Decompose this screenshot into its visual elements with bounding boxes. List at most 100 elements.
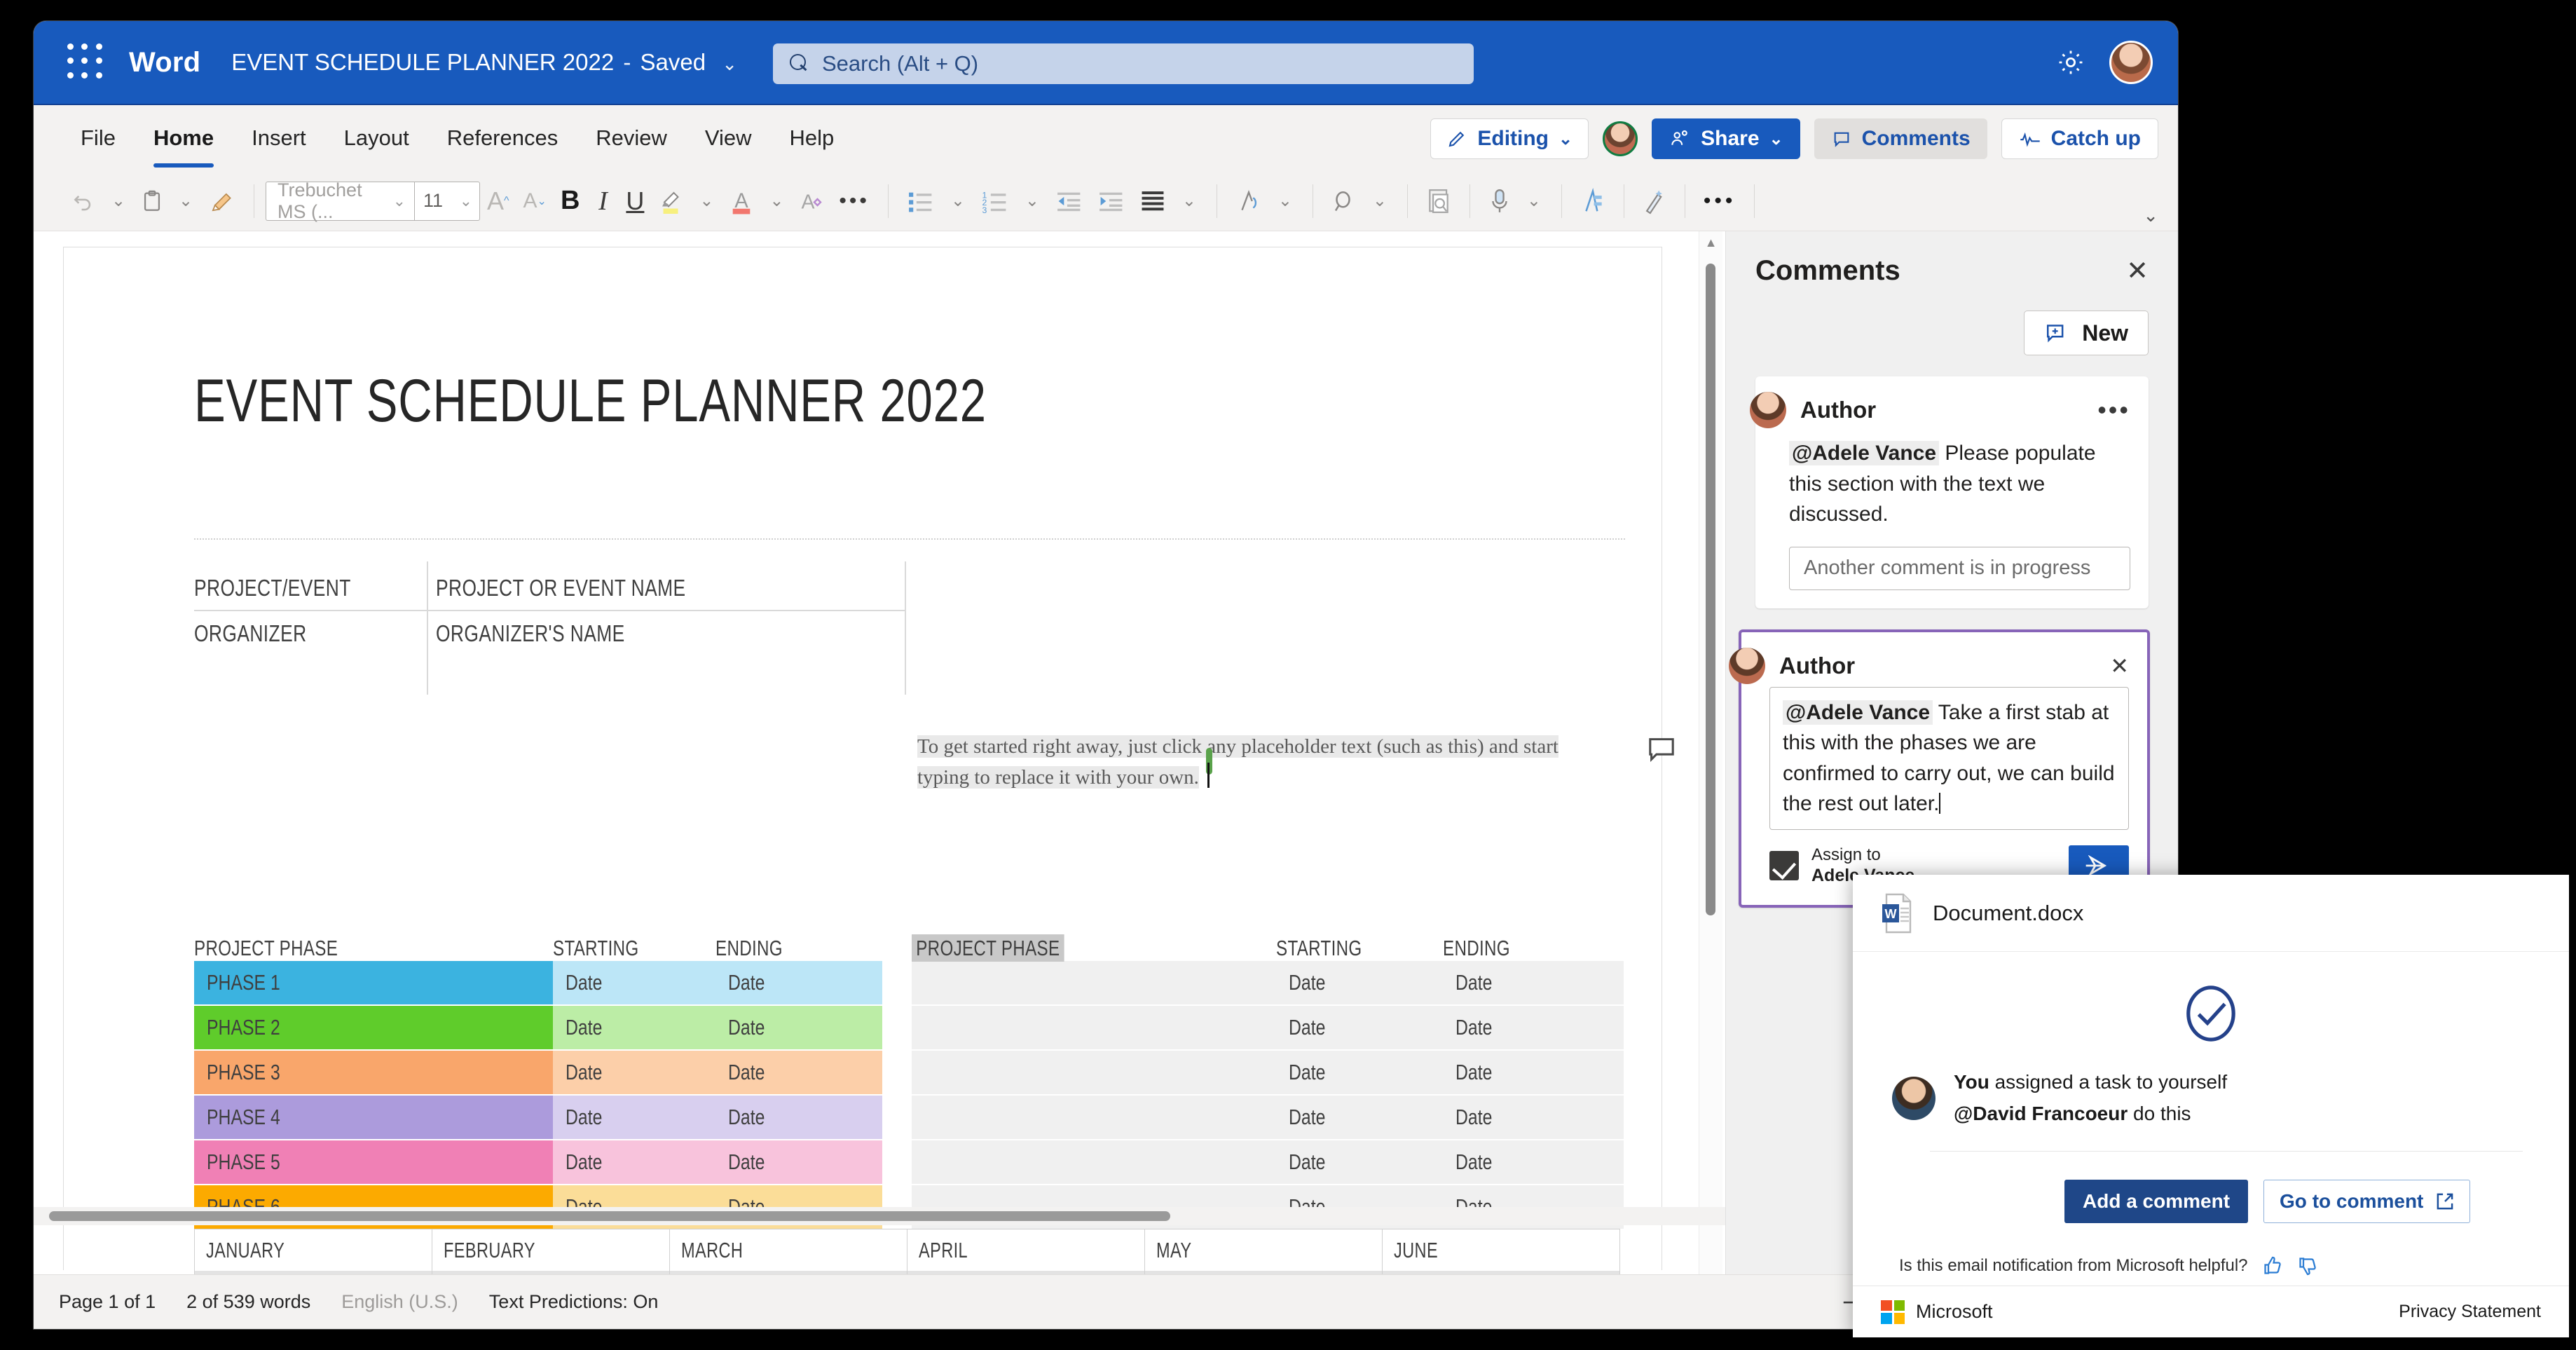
comments-button[interactable]: Comments xyxy=(1814,118,1987,159)
comment-card[interactable]: Author ••• @Adele Vance Please populate … xyxy=(1750,376,2149,608)
table-row[interactable]: PROJECT/EVENT PROJECT OR EVENT NAME xyxy=(194,566,906,611)
phase-end-cell-right[interactable]: Date xyxy=(1443,1140,1624,1184)
phase-start-cell[interactable]: Date xyxy=(553,961,715,1004)
more-commands-icon[interactable]: ••• xyxy=(1697,179,1743,223)
phase-start-cell-right[interactable]: Date xyxy=(1276,1006,1443,1049)
highlight-icon[interactable] xyxy=(651,179,690,223)
phase-end-cell[interactable]: Date xyxy=(715,1051,882,1094)
gear-icon[interactable] xyxy=(2056,48,2085,77)
catch-up-button[interactable]: Catch up xyxy=(2001,118,2158,159)
editor-icon[interactable] xyxy=(1573,179,1612,223)
format-painter-icon[interactable] xyxy=(202,179,242,223)
table-row[interactable]: PHASE 1 Date Date Date Date xyxy=(194,961,1625,1004)
comment-card-active[interactable]: Author ✕ @Adele Vance Take a first stab … xyxy=(1729,629,2150,908)
document-title[interactable]: EVENT SCHEDULE PLANNER 2022 - Saved ⌄ xyxy=(231,49,737,76)
phase-name-cell[interactable]: PHASE 5 xyxy=(194,1140,553,1184)
phase-name-cell[interactable]: PHASE 4 xyxy=(194,1096,553,1139)
font-color-icon[interactable]: A xyxy=(722,179,760,223)
tab-references[interactable]: References xyxy=(428,104,577,172)
dictate-icon[interactable] xyxy=(1481,179,1518,223)
phase-name-cell-right[interactable] xyxy=(912,961,1276,1004)
align-dropdown-chevron-icon[interactable]: ⌄ xyxy=(1173,179,1205,223)
scrollbar-thumb[interactable] xyxy=(49,1211,1170,1221)
phase-start-cell-right[interactable]: Date xyxy=(1276,1051,1443,1094)
highlight-dropdown-chevron-icon[interactable]: ⌄ xyxy=(690,179,722,223)
font-name-select[interactable]: Trebuchet MS (... ⌄ xyxy=(266,179,414,222)
table-row[interactable]: PHASE 3 Date Date Date Date xyxy=(194,1051,1625,1094)
undo-icon[interactable] xyxy=(63,179,102,223)
phase-end-cell-right[interactable]: Date xyxy=(1443,1051,1624,1094)
shrink-font-icon[interactable]: A ⌄ xyxy=(516,179,554,223)
tab-file[interactable]: File xyxy=(62,104,135,172)
clear-formatting-icon[interactable]: A xyxy=(793,179,832,223)
chevron-down-icon[interactable]: ⌄ xyxy=(722,53,737,75)
table-row[interactable]: PHASE 4 Date Date Date Date xyxy=(194,1096,1625,1139)
collapse-ribbon-icon[interactable]: ⌄ xyxy=(2143,205,2158,226)
phase-start-cell[interactable]: Date xyxy=(553,1051,715,1094)
thumbs-up-icon[interactable] xyxy=(2262,1255,2283,1276)
find-icon[interactable] xyxy=(1324,179,1364,223)
phase-name-cell[interactable]: PHASE 1 xyxy=(194,961,553,1004)
word-count[interactable]: 2 of 539 words xyxy=(186,1291,310,1313)
tab-view[interactable]: View xyxy=(686,104,771,172)
text-predictions-status[interactable]: Text Predictions: On xyxy=(489,1291,659,1313)
thumbs-down-icon[interactable] xyxy=(2297,1255,2318,1276)
numbered-list-icon[interactable]: 1 2 3 xyxy=(974,179,1016,223)
phase-name-cell[interactable]: PHASE 2 xyxy=(194,1006,553,1049)
styles-dropdown-chevron-icon[interactable]: ⌄ xyxy=(1269,179,1301,223)
close-icon[interactable]: ✕ xyxy=(2126,258,2149,285)
close-icon[interactable]: ✕ xyxy=(2110,655,2129,677)
phase-end-cell-right[interactable]: Date xyxy=(1443,961,1624,1004)
reuse-files-icon[interactable] xyxy=(1419,179,1458,223)
document-horizontal-scrollbar[interactable] xyxy=(34,1207,1725,1225)
phase-end-cell-right[interactable]: Date xyxy=(1443,1006,1624,1049)
phase-start-cell-right[interactable]: Date xyxy=(1276,1096,1443,1139)
phase-start-cell[interactable]: Date xyxy=(553,1140,715,1184)
tab-layout[interactable]: Layout xyxy=(325,104,428,172)
share-button[interactable]: Share ⌄ xyxy=(1652,118,1800,159)
grow-font-icon[interactable]: A ^ xyxy=(480,179,516,223)
decrease-indent-icon[interactable] xyxy=(1048,179,1090,223)
italic-button[interactable]: I xyxy=(587,179,619,223)
phase-start-cell-right[interactable]: Date xyxy=(1276,1140,1443,1184)
app-launcher-icon[interactable] xyxy=(67,43,105,81)
more-font-options-icon[interactable]: ••• xyxy=(832,179,877,223)
placeholder-paragraph[interactable]: To get started right away, just click an… xyxy=(917,731,1611,793)
more-options-icon[interactable]: ••• xyxy=(2097,397,2130,423)
bullets-dropdown-chevron-icon[interactable]: ⌄ xyxy=(942,179,974,223)
align-icon[interactable] xyxy=(1132,179,1173,223)
phase-name-cell[interactable]: PHASE 3 xyxy=(194,1051,553,1094)
find-dropdown-chevron-icon[interactable]: ⌄ xyxy=(1364,179,1396,223)
increase-indent-icon[interactable] xyxy=(1090,179,1132,223)
page-count[interactable]: Page 1 of 1 xyxy=(59,1291,156,1313)
font-color-dropdown-chevron-icon[interactable]: ⌄ xyxy=(760,179,793,223)
phase-start-cell[interactable]: Date xyxy=(553,1006,715,1049)
reply-input[interactable]: Another comment is in progress xyxy=(1789,546,2130,590)
underline-button[interactable]: U xyxy=(619,179,651,223)
comment-bubble-icon[interactable] xyxy=(1646,737,1677,763)
tab-help[interactable]: Help xyxy=(771,104,854,172)
comment-edit-input[interactable]: @Adele Vance Take a first stab at this w… xyxy=(1769,686,2129,830)
tab-insert[interactable]: Insert xyxy=(233,104,325,172)
new-comment-button[interactable]: New xyxy=(2024,311,2149,355)
phase-start-cell-right[interactable]: Date xyxy=(1276,961,1443,1004)
bold-button[interactable]: B xyxy=(554,179,587,223)
language-indicator[interactable]: English (U.S.) xyxy=(341,1291,458,1313)
phase-end-cell[interactable]: Date xyxy=(715,1006,882,1049)
search-input[interactable]: Search (Alt + Q) xyxy=(773,43,1474,84)
phase-end-cell[interactable]: Date xyxy=(715,1140,882,1184)
go-to-comment-button[interactable]: Go to comment xyxy=(2263,1179,2471,1223)
bullet-list-icon[interactable] xyxy=(900,179,942,223)
paste-icon[interactable] xyxy=(135,179,170,223)
phase-name-cell-right[interactable] xyxy=(912,1051,1276,1094)
assign-checkbox[interactable] xyxy=(1769,851,1799,881)
table-row[interactable]: PHASE 5 Date Date Date Date xyxy=(194,1140,1625,1184)
document-page[interactable]: EVENT SCHEDULE PLANNER 2022 PROJECT/EVEN… xyxy=(63,247,1674,1280)
phase-end-cell-right[interactable]: Date xyxy=(1443,1096,1624,1139)
table-row[interactable]: ORGANIZER ORGANIZER'S NAME xyxy=(194,611,906,656)
undo-dropdown-chevron-icon[interactable]: ⌄ xyxy=(102,179,135,223)
add-a-comment-button[interactable]: Add a comment xyxy=(2064,1179,2249,1223)
font-size-select[interactable]: 11 ⌄ xyxy=(414,181,480,221)
phase-start-cell[interactable]: Date xyxy=(553,1096,715,1139)
collaborator-avatar[interactable] xyxy=(1603,121,1638,156)
